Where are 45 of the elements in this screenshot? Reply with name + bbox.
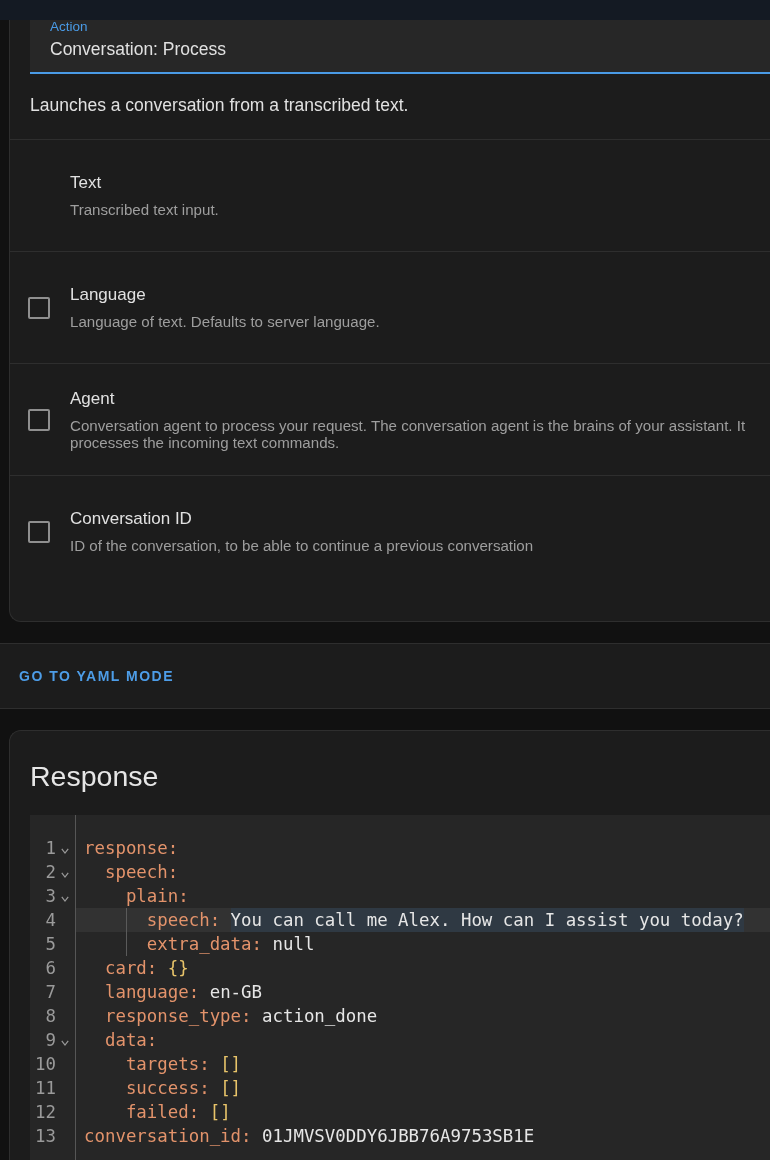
field-label: Text <box>70 173 102 193</box>
field-description: Conversation agent to process your request. The conversation agent is the brains of your assistant. It processes the incoming text commands. <box>70 416 747 451</box>
line-number: 13 <box>34 1125 56 1148</box>
line-number: 3 <box>44 885 56 908</box>
line-number: 2 <box>44 861 56 884</box>
line-number: 7 <box>44 981 56 1004</box>
code-line: speech: You can call me Alex. How can I assist you today? <box>146 908 744 932</box>
code-line: extra_data: null <box>146 933 315 956</box>
checkbox[interactable] <box>28 520 50 543</box>
line-number: 5 <box>44 933 56 956</box>
code-line: success: [] <box>125 1077 242 1100</box>
line-number: 6 <box>44 957 56 980</box>
line-number: 1 <box>44 837 56 860</box>
code-line: response_type: action_done <box>104 1005 378 1028</box>
code-line: targets: [] <box>125 1053 242 1076</box>
field-description: ID of the conversation, to be able to continue a previous conversation <box>70 537 534 554</box>
line-number: 9 <box>44 1029 56 1052</box>
checkbox[interactable] <box>28 296 50 319</box>
field-label: Conversation ID <box>70 509 192 529</box>
code-line: card: {} <box>104 957 189 980</box>
chevron-icon[interactable] <box>61 871 69 878</box>
code-line: conversation_id: 01JMVSV0DDY6JBB76A9753SB1E <box>84 1125 535 1148</box>
action-description: Launches a conversation from a transcribed text. <box>29 94 410 117</box>
field-description: Transcribed text input. <box>70 201 219 218</box>
line-number: 4 <box>44 909 56 932</box>
code-line: response: <box>84 837 179 860</box>
code-line: failed: [] <box>125 1101 231 1124</box>
code-line: speech: <box>104 861 179 884</box>
line-number: 10 <box>34 1053 56 1076</box>
field-description: Language of text. Defaults to server language. <box>70 313 380 330</box>
chevron-icon[interactable] <box>61 895 69 902</box>
line-number: 11 <box>34 1077 56 1100</box>
field-label: Language <box>70 285 146 305</box>
action-select[interactable]: Action Conversation: Process <box>30 20 770 74</box>
code-line: plain: <box>125 885 189 908</box>
line-number: 12 <box>34 1101 56 1124</box>
chevron-icon[interactable] <box>61 1039 69 1046</box>
field-label: Agent <box>70 388 115 409</box>
code-line: language: en-GB <box>104 981 262 1004</box>
line-number: 8 <box>44 1005 56 1028</box>
response-title: Response <box>29 759 160 792</box>
yaml-mode-button[interactable]: GO TO YAML MODE <box>8 658 185 694</box>
checkbox[interactable] <box>28 408 50 431</box>
chevron-icon[interactable] <box>61 847 69 854</box>
code-line: data: <box>104 1029 158 1052</box>
